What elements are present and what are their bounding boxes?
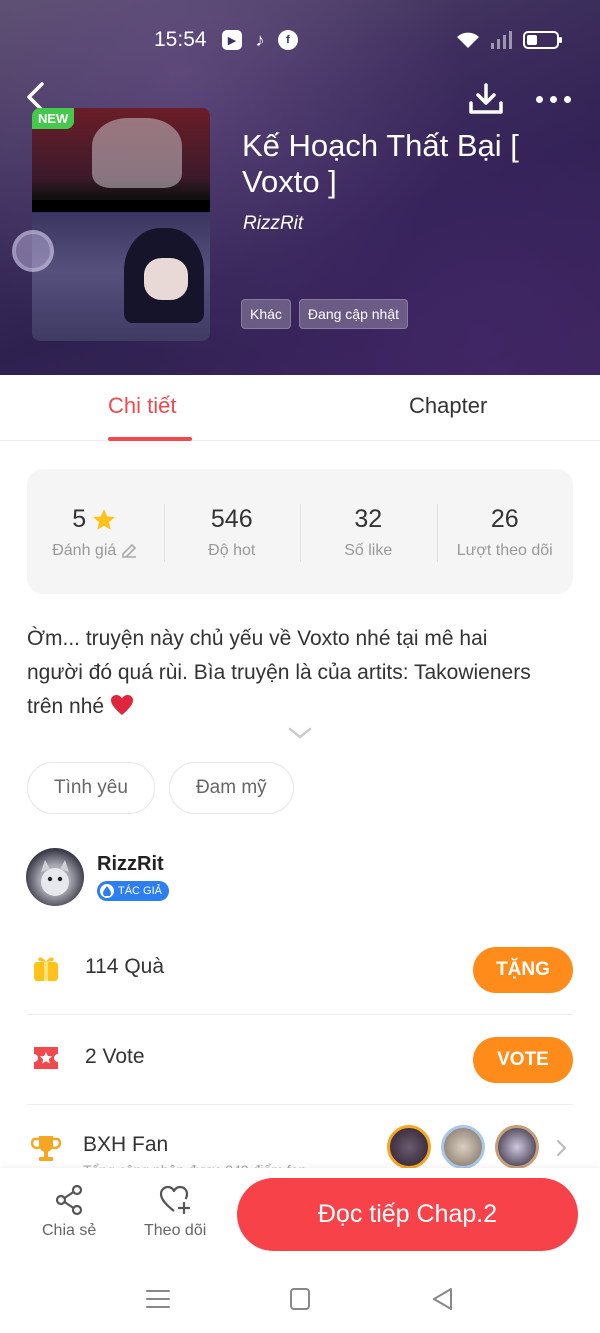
description-text: Ờm... truyện này chủ yếu về Voxto nhé tạ… [27,627,531,718]
author-badge-icon [100,884,114,898]
stat-likes: 32 Số like [300,503,437,562]
story-description: Ờm... truyện này chủ yếu về Voxto nhé tạ… [27,622,547,724]
more-options-button[interactable] [530,84,576,114]
dot-icon [563,95,571,103]
author-role-badge: TÁC GIẢ [97,881,170,901]
share-label: Chia sẻ [42,1222,97,1239]
gift-row: 114 Quà TẶNG [27,925,573,1015]
battery-icon [523,31,562,49]
author-name[interactable]: RizzRit [97,853,164,876]
top-fan-avatars [387,1125,539,1169]
followers-value: 26 [490,505,519,533]
topic-tag[interactable]: Tình yêu [27,762,155,814]
genre-tag[interactable]: Khác [241,299,291,329]
video-app-icon: ▶ [222,30,242,50]
bottom-action-bar: Chia sẻ Theo dõi Đọc tiếp Chap.2 [0,1168,600,1268]
likes-value: 32 [354,505,383,533]
dot-icon [549,95,557,103]
tiktok-icon: ♪ [255,29,265,50]
expand-description-chevron-icon[interactable] [286,724,314,742]
story-author[interactable]: RizzRit [243,213,303,235]
genre-tags: Khác Đang cập nhật [241,299,408,329]
tab-detail[interactable]: Chi tiết [108,393,176,419]
author-avatar[interactable] [26,848,84,906]
status-tag: Đang cập nhật [298,299,408,329]
topic-tag[interactable]: Đam mỹ [168,762,294,814]
cover-art-band [32,200,210,212]
tab-active-indicator [108,437,192,441]
gift-label: Quà [124,955,165,978]
follow-button[interactable]: Theo dõi [144,1184,206,1240]
hot-label: Độ hot [208,541,256,559]
top-fan-avatar[interactable] [495,1125,539,1169]
continue-reading-button[interactable]: Đọc tiếp Chap.2 [237,1178,578,1251]
fan-ranking-title: BXH Fan [83,1133,169,1156]
dot-icon [535,95,543,103]
status-app-icons: ▶ ♪ f [222,30,298,50]
heart-emoji-icon [110,695,133,715]
cover-art-face [144,258,188,300]
top-fan-avatar[interactable] [387,1125,431,1169]
topic-tags: Tình yêu Đam mỹ [27,762,294,814]
share-button[interactable]: Chia sẻ [42,1184,96,1240]
vote-button[interactable]: VOTE [473,1037,573,1083]
top-fan-avatar[interactable] [441,1125,485,1169]
gift-count: 114 [85,955,119,978]
gift-button[interactable]: TẶNG [473,947,573,993]
follow-label: Theo dõi [144,1222,207,1239]
vote-row: 2 Vote VOTE [27,1015,573,1105]
cover-art-upper [92,118,182,188]
gift-icon [34,957,58,981]
download-button[interactable] [468,82,504,116]
status-time: 15:54 [154,28,207,51]
rating-value: 5 [72,505,87,533]
wifi-icon [457,32,479,48]
story-cover-image[interactable] [32,108,210,341]
system-navigation-bar [0,1268,600,1333]
story-header: 15:54 ▶ ♪ f NEW Kế Hoạch Thất Bại [Voxt… [0,0,600,375]
signal-icon [491,31,512,49]
stat-hot: 546 Độ hot [163,503,301,562]
stat-followers: 26 Lượt theo dõi [436,503,574,562]
status-bar: 15:54 ▶ ♪ f [0,22,600,60]
status-indicators [455,30,562,50]
facebook-icon: f [278,30,298,50]
likes-label: Số like [344,541,393,559]
vote-count: 2 [85,1045,97,1068]
floating-bubble[interactable] [12,230,54,272]
story-title: Kế Hoạch Thất Bại [ Voxto ] [242,128,519,199]
stats-card: 5 Đánh giá 546 Độ hot 32 Số like 26 Lượt… [27,469,573,594]
vote-label: Vote [102,1045,145,1068]
home-nav-icon[interactable] [286,1286,314,1312]
new-badge: NEW [32,108,75,129]
trophy-icon [31,1136,61,1161]
author-badge-label: TÁC GIẢ [118,885,163,897]
edit-icon[interactable] [120,542,138,560]
share-icon [56,1184,83,1216]
back-nav-icon[interactable] [428,1286,456,1312]
chevron-right-icon [556,1139,567,1157]
avatar-image [41,860,69,896]
menu-nav-icon[interactable] [144,1286,172,1312]
star-icon [93,508,116,530]
rating-label: Đánh giá [52,541,117,559]
tab-chapter[interactable]: Chapter [409,393,487,419]
heart-plus-icon [160,1185,191,1215]
hot-value: 546 [210,505,253,533]
followers-label: Lượt theo dõi [456,541,553,559]
detail-tabs: Chi tiết Chapter [0,375,600,441]
fan-ranking-row[interactable]: BXH Fan Tổng công nhận được 343 điểm fan [27,1105,573,1178]
stat-rating[interactable]: 5 Đánh giá [27,504,164,560]
vote-ticket-icon [34,1047,58,1069]
